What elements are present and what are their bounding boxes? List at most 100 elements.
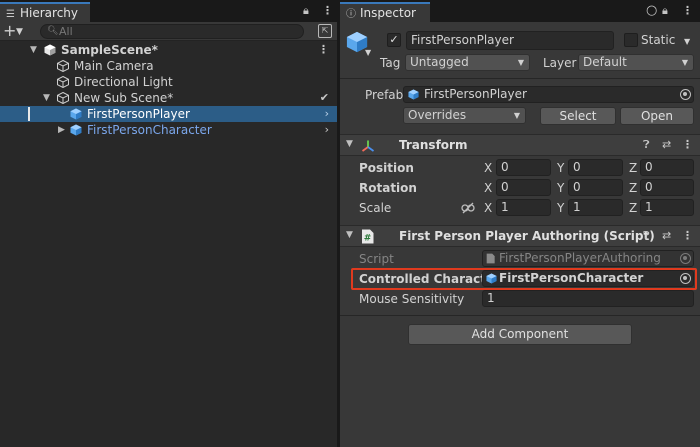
gameobject-cube-icon (57, 60, 69, 72)
active-checkbox[interactable]: ✓ (387, 33, 401, 47)
add-component-button[interactable]: Add Component (408, 324, 632, 345)
highlight-box (351, 268, 697, 290)
help-icon[interactable]: ❓︎ (643, 138, 650, 152)
divider (340, 315, 700, 316)
script-icon: # (362, 229, 374, 244)
chevron-right-icon[interactable]: › (325, 122, 329, 138)
scale-z-field[interactable]: 1 (640, 199, 694, 216)
inspector-tab-bar: ⓘ Inspector ○ 🔒︎ ⋮ (340, 0, 700, 22)
rotation-label: Rotation (359, 181, 417, 195)
expand-arrow-icon[interactable]: ▶ (58, 122, 65, 138)
expand-arrow-icon[interactable]: ▼ (346, 139, 353, 149)
lock-icon[interactable]: 🔒︎ (662, 4, 668, 18)
preset-icon[interactable]: ⇄ (662, 229, 671, 242)
prefab-asset-field[interactable]: FirstPersonPlayer (403, 86, 694, 103)
svg-text:#: # (364, 234, 372, 244)
row-label: Main Camera (74, 59, 154, 73)
hierarchy-toolbar: + ▼ 🔍︎ All ⇱ (0, 22, 337, 41)
help-icon[interactable]: ❓︎ (643, 229, 650, 243)
script-icon (486, 253, 495, 264)
unlink-icon[interactable] (461, 202, 475, 214)
tag-label: Tag (380, 56, 401, 70)
script-component-header[interactable]: ▼ # First Person Player Authoring (Scrip… (340, 225, 700, 247)
scale-x-field[interactable]: 1 (496, 199, 551, 216)
preset-icon[interactable]: ⇄ (662, 138, 671, 151)
select-button[interactable]: Select (540, 107, 616, 125)
more-icon[interactable]: ⋮ (318, 42, 329, 58)
filter-icon[interactable]: ⇱ (318, 24, 332, 38)
add-icon[interactable]: + (3, 22, 16, 40)
more-icon[interactable]: ⋮ (682, 138, 693, 151)
script-field: FirstPersonPlayerAuthoring (482, 250, 694, 267)
static-checkbox[interactable] (624, 33, 638, 47)
hierarchy-row-main-camera[interactable]: Main Camera (0, 58, 337, 74)
rotation-y-field[interactable]: 0 (568, 179, 623, 196)
tag-dropdown[interactable]: Untagged ▼ (405, 54, 530, 71)
chevron-down-icon: ▼ (681, 58, 688, 67)
chevron-down-icon[interactable]: ▼ (365, 45, 371, 61)
scale-y-field[interactable]: 1 (568, 199, 623, 216)
position-z-field[interactable]: 0 (640, 159, 694, 176)
more-icon[interactable]: ⋮ (682, 4, 693, 18)
rotation-x-field[interactable]: 0 (496, 179, 551, 196)
search-icon: 🔍︎ (47, 26, 59, 36)
chevron-down-icon[interactable]: ▼ (684, 34, 690, 50)
divider (340, 78, 700, 79)
prefab-label: Prefab (365, 88, 404, 102)
search-input[interactable]: 🔍︎ All (40, 24, 304, 39)
layer-label: Layer (543, 56, 577, 70)
axis-x-label: X (484, 181, 493, 195)
axis-z-label: Z (629, 181, 638, 195)
transform-header[interactable]: ▼ Transform ❓︎ ⇄ ⋮ (340, 134, 700, 156)
position-x-field[interactable]: 0 (496, 159, 551, 176)
object-picker-icon[interactable] (680, 89, 691, 100)
object-picker-icon (680, 253, 691, 264)
chevron-down-icon: ▼ (513, 111, 520, 120)
layer-dropdown[interactable]: Default ▼ (578, 54, 694, 71)
row-label: SampleScene* (61, 43, 158, 57)
row-label: Directional Light (74, 75, 173, 89)
row-label: FirstPersonPlayer (87, 107, 190, 121)
circle-icon[interactable]: ○ (646, 4, 657, 17)
script-component-title: First Person Player Authoring (Script) (399, 229, 655, 243)
hierarchy-row-new-sub-scene[interactable]: ▼ New Sub Scene* ✔ (0, 90, 337, 106)
axis-x-label: X (484, 201, 493, 215)
position-y-field[interactable]: 0 (568, 159, 623, 176)
lock-icon[interactable]: 🔒︎ (303, 4, 309, 18)
hierarchy-row-samplescene[interactable]: ▼ SampleScene* ⋮ (0, 42, 337, 58)
hierarchy-tab[interactable]: ☰ Hierarchy (0, 2, 90, 22)
expand-arrow-icon[interactable]: ▼ (43, 90, 50, 106)
axis-z-label: Z (629, 161, 638, 175)
axis-z-label: Z (629, 201, 638, 215)
checkmark-icon[interactable]: ✔ (320, 90, 329, 106)
scale-label: Scale (359, 201, 392, 215)
overrides-dropdown[interactable]: Overrides ▼ (403, 107, 526, 124)
mouse-sensitivity-field[interactable]: 1 (482, 290, 694, 307)
object-name-field[interactable]: FirstPersonPlayer (406, 31, 614, 50)
row-label: New Sub Scene* (74, 91, 174, 105)
chevron-down-icon[interactable]: ▼ (16, 23, 23, 41)
more-icon[interactable]: ⋮ (682, 229, 693, 242)
expand-arrow-icon[interactable]: ▼ (30, 42, 37, 58)
row-label: FirstPersonCharacter (87, 123, 212, 137)
gameobject-cube-icon (57, 76, 69, 88)
rotation-z-field[interactable]: 0 (640, 179, 694, 196)
chevron-right-icon[interactable]: › (325, 106, 329, 122)
hierarchy-row-firstpersoncharacter[interactable]: ▶ FirstPersonCharacter › (0, 122, 337, 138)
hierarchy-row-firstpersonplayer[interactable]: FirstPersonPlayer › (0, 106, 337, 122)
open-button[interactable]: Open (620, 107, 694, 125)
hierarchy-panel: ☰ Hierarchy 🔒︎ ⋮ + ▼ 🔍︎ All ⇱ ▼ SampleSce… (0, 0, 337, 447)
position-label: Position (359, 161, 414, 175)
inspector-icon: ⓘ (346, 9, 356, 20)
chevron-down-icon: ▼ (517, 58, 524, 67)
hierarchy-row-directional-light[interactable]: Directional Light (0, 74, 337, 90)
static-label: Static (641, 33, 676, 47)
prefab-cube-icon (70, 108, 82, 120)
unity-scene-icon (44, 44, 56, 56)
axis-x-label: X (484, 161, 493, 175)
expand-arrow-icon[interactable]: ▼ (346, 230, 353, 240)
more-icon[interactable]: ⋮ (322, 4, 333, 18)
inspector-tab[interactable]: ⓘ Inspector (340, 2, 430, 22)
axis-y-label: Y (557, 181, 565, 195)
hierarchy-tab-bar: ☰ Hierarchy 🔒︎ ⋮ (0, 0, 337, 22)
